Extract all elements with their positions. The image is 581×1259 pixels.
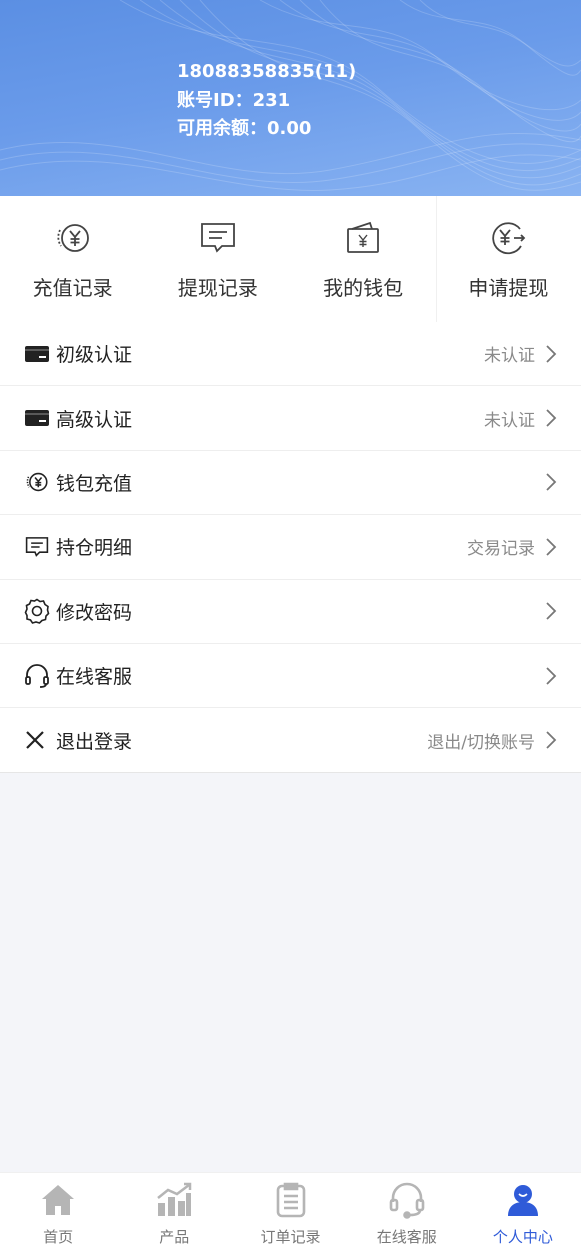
close-icon	[26, 731, 44, 749]
tab-label: 个人中心	[492, 1228, 553, 1246]
headset-icon	[25, 663, 49, 688]
tab-profile[interactable]: 个人中心	[465, 1173, 581, 1259]
chevron-right-icon	[546, 538, 557, 556]
menu-basic-verification[interactable]: 初级认证 未认证	[0, 322, 581, 387]
menu-label: 修改密码	[56, 601, 133, 624]
menu-logout[interactable]: 退出登录 退出/切换账号	[0, 708, 581, 773]
withdraw-yen-icon	[492, 222, 526, 255]
chevron-right-icon	[546, 731, 557, 749]
menu-label: 在线客服	[56, 666, 133, 689]
tab-home[interactable]: 首页	[0, 1173, 116, 1259]
message-icon	[200, 223, 235, 253]
home-icon	[42, 1185, 75, 1215]
quick-actions: 充值记录 提现记录 我的钱包 申请提现	[0, 196, 581, 322]
switch-account-text: 退出/切换账号	[427, 732, 535, 753]
profile-header: 18088358835(11) 账号ID：231 可用余额：0.00	[0, 0, 581, 196]
menu-label: 高级认证	[56, 408, 133, 431]
quick-apply-withdraw[interactable]: 申请提现	[435, 196, 581, 322]
trade-records-link[interactable]: 交易记录	[467, 534, 535, 559]
verification-status: 未认证	[484, 346, 535, 367]
recharge-yen-icon	[57, 224, 89, 252]
menu-online-service[interactable]: 在线客服	[0, 644, 581, 709]
phone-number: 18088358835(11)	[177, 61, 357, 82]
tab-label: 首页	[43, 1228, 74, 1246]
tab-products[interactable]: 产品	[116, 1173, 232, 1259]
menu-advanced-verification[interactable]: 高级认证 未认证	[0, 386, 581, 451]
recharge-yen-icon	[26, 473, 48, 492]
available-balance: 可用余额：0.00	[177, 118, 312, 139]
message-icon	[25, 536, 49, 557]
menu-position-details[interactable]: 持仓明细 交易记录	[0, 515, 581, 580]
clipboard-icon	[276, 1182, 305, 1218]
quick-label: 充值记录	[32, 276, 113, 300]
chevron-right-icon	[546, 473, 557, 492]
menu-wallet-recharge[interactable]: 钱包充值	[0, 451, 581, 516]
verification-status: 未认证	[484, 410, 535, 431]
quick-my-wallet[interactable]: 我的钱包	[291, 196, 436, 322]
chevron-right-icon	[546, 667, 557, 685]
gear-icon	[24, 598, 50, 625]
quick-label: 申请提现	[468, 276, 549, 300]
quick-label: 我的钱包	[323, 276, 404, 300]
tab-label: 产品	[159, 1228, 190, 1246]
menu-change-password[interactable]: 修改密码	[0, 580, 581, 644]
bottom-tab-bar: 首页 产品 订单记录 在线客服 个人中心	[0, 1172, 581, 1259]
quick-label: 提现记录	[177, 276, 258, 300]
menu-label: 持仓明细	[56, 537, 133, 560]
menu-label: 钱包充值	[56, 472, 133, 495]
tab-online-service[interactable]: 在线客服	[349, 1173, 465, 1259]
tab-label: 在线客服	[376, 1228, 437, 1246]
chart-icon	[157, 1182, 192, 1216]
account-id: 账号ID：231	[177, 89, 291, 111]
wallet-icon	[347, 221, 380, 253]
menu-label: 初级认证	[56, 344, 133, 367]
chevron-right-icon	[546, 345, 557, 363]
tab-order-records[interactable]: 订单记录	[232, 1173, 348, 1259]
card-icon	[25, 410, 49, 427]
settings-menu: 初级认证 未认证 高级认证 未认证 钱包充值 持仓明细 交易记录 修改密码 在线…	[0, 322, 581, 773]
headset-icon	[389, 1182, 425, 1219]
quick-recharge-records[interactable]: 充值记录	[0, 196, 145, 322]
card-icon	[25, 345, 49, 362]
tab-label: 订单记录	[260, 1228, 321, 1246]
chevron-right-icon	[546, 602, 557, 620]
user-icon	[507, 1185, 538, 1216]
menu-label: 退出登录	[56, 730, 133, 753]
quick-withdraw-records[interactable]: 提现记录	[145, 196, 290, 322]
chevron-right-icon	[546, 409, 557, 427]
user-info: 18088358835(11) 账号ID：231 可用余额：0.00	[177, 58, 356, 144]
